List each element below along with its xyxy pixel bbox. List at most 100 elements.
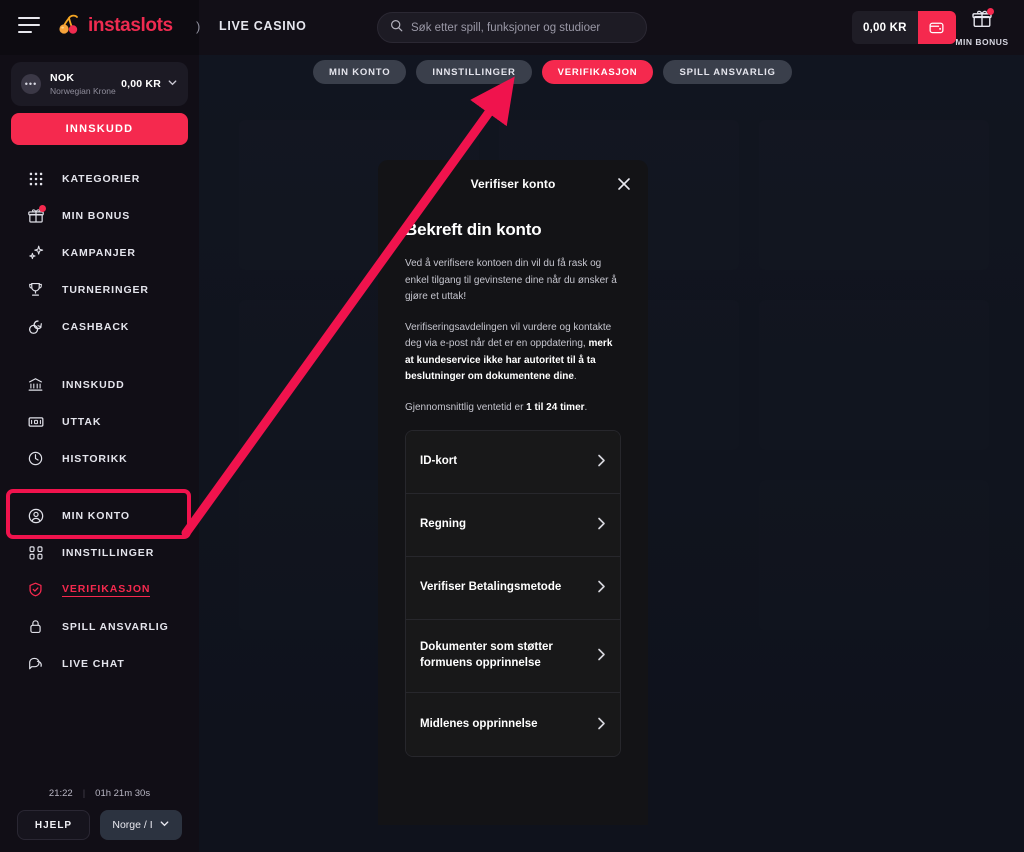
chevron-right-icon: [597, 648, 606, 664]
paragraph-3-suffix: .: [584, 401, 588, 413]
sliders-icon: [26, 543, 45, 562]
language-selector[interactable]: Norge / I: [100, 810, 182, 840]
app-root: instaslots ) LIVE CASINO Søk etter spill…: [0, 0, 1024, 852]
top-bonus-button[interactable]: MIN BONUS: [950, 8, 1014, 47]
search-icon: [390, 19, 403, 37]
document-row-regning[interactable]: Regning: [406, 494, 620, 557]
sidebar-item-label: SPILL ANSVARLIG: [62, 620, 169, 633]
nav-live-casino[interactable]: LIVE CASINO: [219, 19, 307, 33]
currency-selector[interactable]: ••• NOK Norwegian Krone 0,00 KR: [11, 62, 188, 106]
session-duration: 01h 21m 30s: [95, 788, 151, 799]
chevron-right-icon: [597, 454, 606, 470]
document-row-id-kort[interactable]: ID-kort: [406, 431, 620, 494]
cashback-icon: [26, 317, 45, 336]
balance-amount: 0,00 KR: [852, 11, 918, 44]
sidebar-item-uttak[interactable]: UTTAK: [0, 403, 199, 440]
chevron-right-icon: [597, 717, 606, 733]
document-label: Verifiser Betalingsmetode: [420, 581, 562, 594]
modal-paragraph-1: Ved å verifisere kontoen din vil du få r…: [405, 258, 617, 302]
sidebar-item-label: KATEGORIER: [62, 172, 141, 185]
clock-time: 21:22: [48, 788, 73, 799]
paragraph-2-text: Verifiseringsavdelingen vil vurdere og k…: [405, 321, 612, 350]
sidebar-item-cashback[interactable]: CASHBACK: [0, 308, 199, 345]
banknote-icon: [26, 412, 45, 431]
chevron-right-icon: [597, 517, 606, 533]
sidebar-item-innskudd[interactable]: INNSKUDD: [0, 366, 199, 403]
sidebar-item-label: UTTAK: [62, 415, 102, 428]
session-info: 21:22 | 01h 21m 30s: [0, 788, 199, 799]
sidebar-group-primary: KATEGORIER MIN BONUS KAMPANJER TURNERING…: [0, 160, 199, 345]
sidebar-item-label: CASHBACK: [62, 320, 130, 333]
document-list: ID-kort Regning Verifiser Betalingsmetod…: [405, 430, 621, 757]
sidebar: ••• NOK Norwegian Krone 0,00 KR INNSKUDD: [0, 55, 199, 852]
menu-toggle-icon[interactable]: [18, 17, 40, 33]
account-tabs: MIN KONTO INNSTILLINGER VERIFIKASJON SPI…: [313, 60, 792, 84]
shield-check-icon: [26, 580, 45, 599]
coin-icon: •••: [21, 74, 41, 94]
help-button[interactable]: HJELP: [17, 810, 90, 840]
search-bar[interactable]: Søk etter spill, funksjoner og studioer: [377, 12, 647, 43]
sparkles-icon: [26, 243, 45, 262]
sidebar-item-min-konto[interactable]: MIN KONTO: [0, 497, 199, 534]
document-label: Midlenes opprinnelse: [420, 717, 538, 730]
document-row-midlenes-opprinnelse[interactable]: Midlenes opprinnelse: [406, 693, 620, 756]
balance-widget[interactable]: 0,00 KR: [852, 11, 956, 44]
modal-paragraph-2: Verifiseringsavdelingen vil vurdere og k…: [405, 320, 621, 386]
cherry-icon: [56, 13, 82, 39]
paragraph-3-text: Gjennomsnittlig ventetid er: [405, 401, 527, 413]
tab-verifikasjon[interactable]: VERIFIKASJON: [541, 60, 654, 84]
document-row-formuens-opprinnelse[interactable]: Dokumenter som støtter formuens opprinne…: [406, 620, 620, 693]
modal-heading: Bekreft din konto: [405, 220, 542, 239]
brand-logo[interactable]: instaslots: [56, 13, 173, 39]
lock-icon: [26, 617, 45, 636]
bank-icon: [26, 375, 45, 394]
tab-min-konto[interactable]: MIN KONTO: [313, 60, 407, 84]
currency-text: NOK Norwegian Krone: [50, 72, 121, 96]
sidebar-item-turneringer[interactable]: TURNERINGER: [0, 271, 199, 308]
sidebar-item-min-bonus[interactable]: MIN BONUS: [0, 197, 199, 234]
gift-icon: [26, 205, 46, 225]
notification-dot: [987, 8, 994, 15]
divider: |: [82, 788, 86, 799]
close-icon[interactable]: [614, 174, 634, 194]
chevron-right-icon: [597, 580, 606, 596]
language-label: Norge / I: [112, 819, 153, 831]
search-input-placeholder: Søk etter spill, funksjoner og studioer: [411, 21, 601, 34]
sidebar-item-historikk[interactable]: HISTORIKK: [0, 440, 199, 477]
sidebar-item-spill-ansvarlig[interactable]: SPILL ANSVARLIG: [0, 608, 199, 645]
currency-code: NOK: [50, 72, 75, 84]
sidebar-item-label: INNSTILLINGER: [62, 546, 155, 559]
sidebar-item-label: MIN BONUS: [62, 209, 131, 222]
modal-paragraph-3: Gjennomsnittlig ventetid er 1 til 24 tim…: [405, 400, 621, 417]
modal-title: Verifiser konto: [470, 177, 556, 191]
currency-amount: 0,00 KR: [121, 78, 161, 90]
chevron-down-icon: [167, 75, 178, 93]
modal-body: Bekreft din konto Ved å verifisere konto…: [378, 208, 648, 757]
gift-icon: [971, 8, 994, 35]
document-row-verifiser-betalingsmetode[interactable]: Verifiser Betalingsmetode: [406, 557, 620, 620]
currency-name: Norwegian Krone: [50, 86, 116, 96]
sidebar-item-live-chat[interactable]: LIVE CHAT: [0, 645, 199, 682]
sidebar-group-wallet: INNSKUDD UTTAK HISTORIKK: [0, 366, 199, 477]
notification-dot: [39, 205, 46, 212]
deposit-button[interactable]: INNSKUDD: [11, 113, 188, 145]
sidebar-footer: 21:22 | 01h 21m 30s HJELP Norge / I: [0, 788, 199, 840]
sidebar-item-label: TURNERINGER: [62, 283, 149, 296]
brand-name: instaslots: [88, 15, 173, 36]
top-bar: instaslots ) LIVE CASINO Søk etter spill…: [0, 0, 1024, 55]
user-circle-icon: [26, 506, 45, 525]
document-label: ID-kort: [420, 455, 458, 468]
sidebar-item-kampanjer[interactable]: KAMPANJER: [0, 234, 199, 271]
sidebar-item-label: LIVE CHAT: [62, 657, 125, 670]
sidebar-item-label: MIN KONTO: [62, 509, 130, 522]
sidebar-item-kategorier[interactable]: KATEGORIER: [0, 160, 199, 197]
sidebar-item-innstillinger[interactable]: INNSTILLINGER: [0, 534, 199, 571]
tab-spill-ansvarlig[interactable]: SPILL ANSVARLIG: [663, 60, 792, 84]
sidebar-footer-buttons: HJELP Norge / I: [0, 810, 199, 840]
modal-header: Verifiser konto: [378, 160, 648, 208]
tab-innstillinger[interactable]: INNSTILLINGER: [416, 60, 532, 84]
top-bonus-label: MIN BONUS: [955, 37, 1009, 47]
nav-overflow-glyph: ): [196, 19, 201, 34]
sidebar-item-verifikasjon[interactable]: VERIFIKASJON: [0, 571, 199, 608]
chat-icon: [26, 654, 45, 673]
